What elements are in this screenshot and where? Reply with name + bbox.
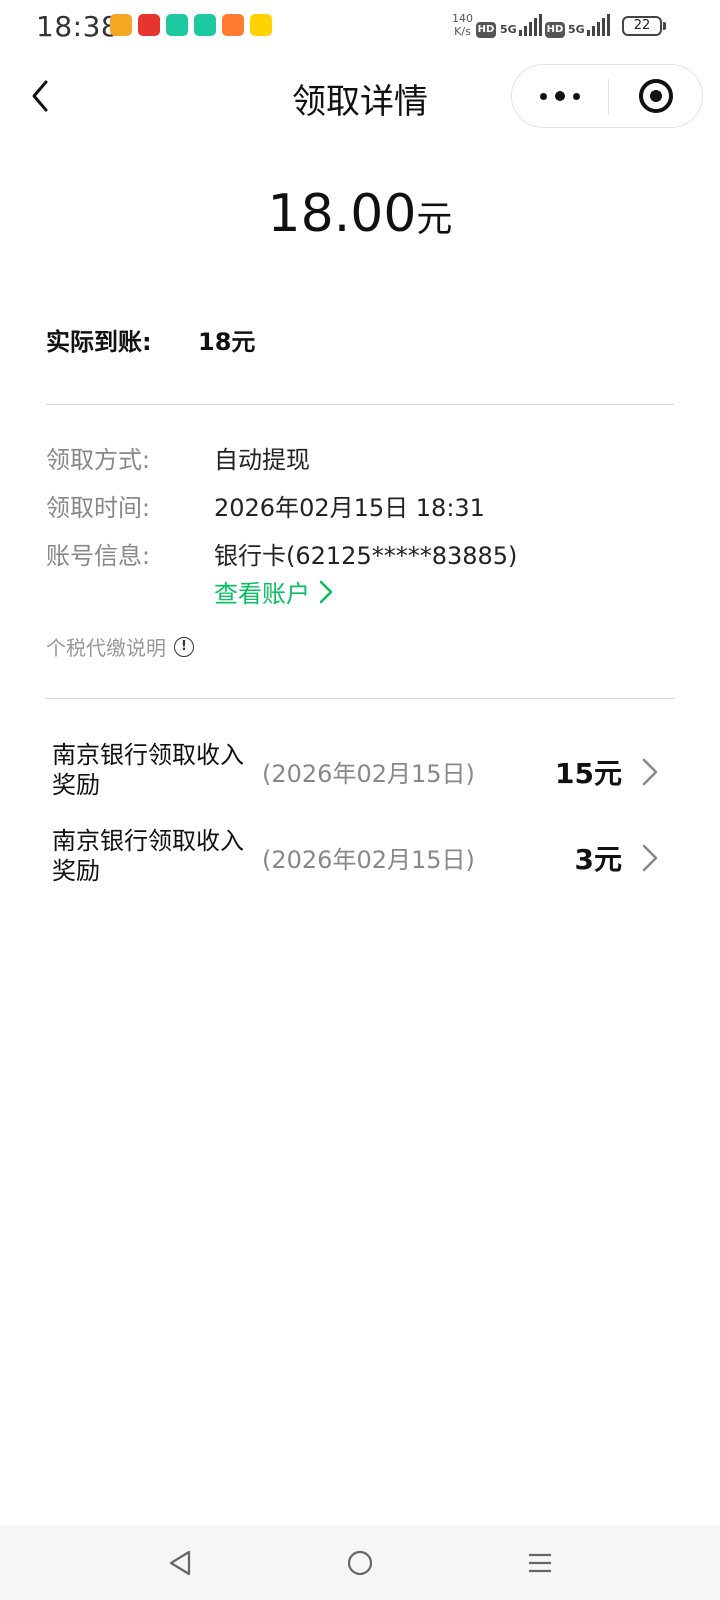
amount-unit: 元 <box>416 199 453 240</box>
dot-icon <box>540 92 547 100</box>
shopping-app-icon <box>138 14 160 36</box>
actual-received-label: 实际到账: <box>46 328 152 356</box>
mail-app-icon <box>110 14 132 36</box>
signal-bars-icon <box>518 14 542 36</box>
chevron-right-icon <box>642 844 658 872</box>
list-item[interactable]: 南京银行领取收入奖励 (2026年02月15日) 15元 <box>46 732 674 816</box>
chevron-right-icon <box>642 758 658 786</box>
network-speed-value: 140 <box>452 12 473 25</box>
net-type-label: 5G <box>500 23 517 36</box>
account-value: 银行卡(62125*****83885) <box>214 542 518 570</box>
system-navigation-bar <box>0 1526 720 1600</box>
item-amount: 15元 <box>555 757 622 790</box>
menu-icon <box>529 1553 551 1573</box>
signal-bars-icon-2 <box>586 14 610 36</box>
signal-1: 5G <box>500 14 542 36</box>
reward-app-icon <box>250 14 272 36</box>
hd-icon-2: HD <box>545 22 565 38</box>
view-account-link[interactable]: 查看账户 <box>214 574 334 609</box>
tax-note-label: 个税代缴说明 <box>46 636 166 660</box>
list-item[interactable]: 南京银行领取收入奖励 (2026年02月15日) 3元 <box>46 818 674 902</box>
tax-note-link[interactable]: 个税代缴说明 ! <box>46 632 194 661</box>
status-time: 18:38 <box>36 10 120 43</box>
network-speed-unit: K/s <box>454 25 471 38</box>
item-title: 南京银行领取收入奖励 <box>52 827 244 885</box>
time-value: 2026年02月15日 18:31 <box>214 494 485 522</box>
mini-program-capsule <box>511 64 703 128</box>
dot-icon <box>573 92 580 100</box>
account-label: 账号信息: <box>46 542 151 570</box>
notification-icons <box>110 14 272 36</box>
system-menu-button[interactable] <box>510 1538 570 1588</box>
view-account-label: 查看账户 <box>214 580 310 608</box>
battery-tip <box>663 22 666 30</box>
divider <box>46 698 674 699</box>
info-icon: ! <box>174 636 194 657</box>
video-app-icon <box>222 14 244 36</box>
hd-icon: HD <box>476 22 496 38</box>
system-home-button[interactable] <box>330 1538 390 1588</box>
divider <box>46 404 674 405</box>
chevron-right-icon <box>319 580 333 603</box>
item-date: (2026年02月15日) <box>262 760 475 788</box>
triangle-back-icon <box>169 1550 191 1576</box>
item-date: (2026年02月15日) <box>262 846 475 874</box>
network-speed: 140 K/s <box>452 12 473 38</box>
method-value: 自动提现 <box>214 446 310 474</box>
dot-icon <box>555 91 565 101</box>
time-label: 领取时间: <box>46 494 151 522</box>
circle-home-icon <box>347 1550 373 1576</box>
system-back-button[interactable] <box>150 1538 210 1588</box>
chat-app-icon <box>166 14 188 36</box>
signal-2: 5G <box>568 14 610 36</box>
method-label: 领取方式: <box>46 446 151 474</box>
net-type-label-2: 5G <box>568 23 585 36</box>
chat-app-icon-2 <box>194 14 216 36</box>
item-title: 南京银行领取收入奖励 <box>52 741 244 799</box>
battery-icon: 22 <box>622 16 662 36</box>
item-amount: 3元 <box>574 843 622 876</box>
close-mini-program-button[interactable] <box>609 65 703 127</box>
total-amount: 18.00元 <box>0 184 720 244</box>
more-button[interactable] <box>512 65 608 127</box>
target-close-icon <box>639 79 673 113</box>
amount-value: 18.00 <box>267 184 417 244</box>
actual-received-value: 18元 <box>198 328 256 356</box>
